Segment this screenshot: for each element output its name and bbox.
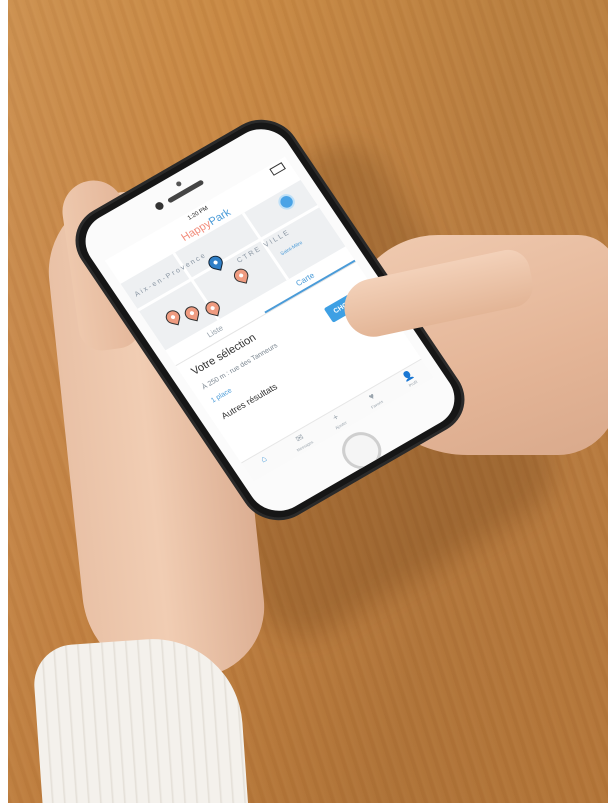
tabbar-label: Favoris [369,398,385,410]
front-camera [153,200,166,212]
proximity-sensor [175,180,183,188]
earpiece [166,179,205,204]
map-pin[interactable] [164,308,182,326]
current-location-icon[interactable] [275,191,299,213]
home-icon: ⌂ [258,453,269,465]
heart-icon: ♥ [366,390,377,402]
map-pin[interactable] [204,299,222,317]
map-street-label: Saint-Mitre [279,240,304,258]
map-pin[interactable] [232,267,250,284]
tabbar-label: Messages [295,439,315,453]
map-pin[interactable] [183,304,201,322]
photo-scene: 1:20 PM HappyPark Aix-en-Provence CTRE V… [8,0,608,803]
plus-icon: + [330,411,341,423]
